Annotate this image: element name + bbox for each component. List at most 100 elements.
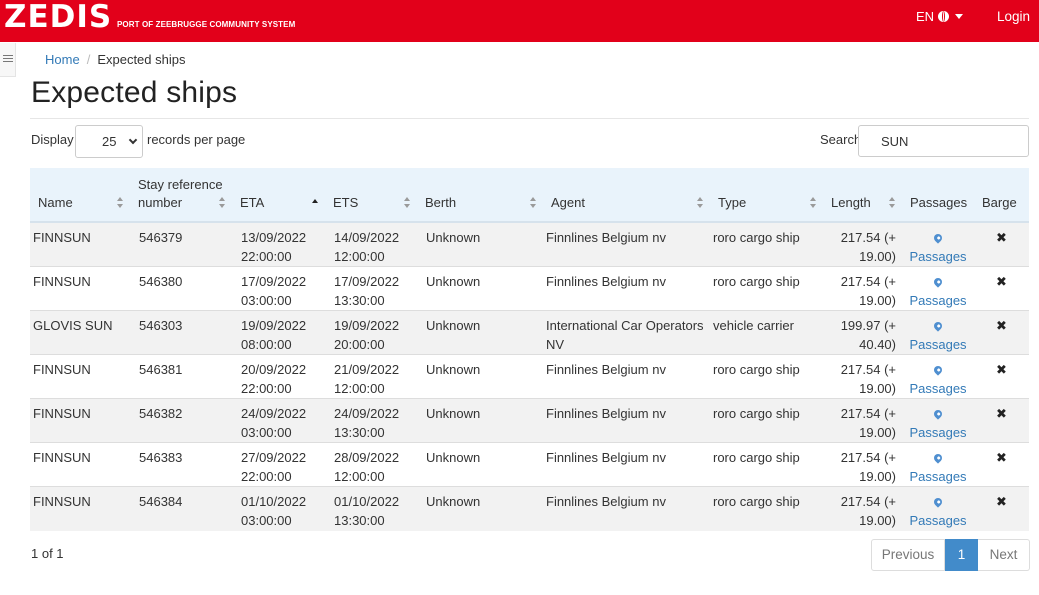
col-header-eta[interactable]: ETA xyxy=(232,168,325,223)
col-header-stay-ref[interactable]: Stay reference number xyxy=(130,168,232,223)
sidebar-toggle[interactable] xyxy=(0,43,16,77)
ets-time: 12:00:00 xyxy=(334,468,385,484)
times-icon: ✖ xyxy=(996,362,1007,377)
cell-name: FINNSUN xyxy=(30,486,130,531)
ets-date: 24/09/2022 xyxy=(334,406,400,421)
next-page-button[interactable]: Next xyxy=(978,539,1030,571)
per-page-select[interactable]: 25 xyxy=(75,125,143,158)
map-marker-icon xyxy=(932,320,944,332)
cell-passages: Passages xyxy=(902,266,974,311)
cell-barge: ✖ xyxy=(974,442,1029,487)
globe-icon xyxy=(938,11,950,22)
agent: Finnlines Belgium nv xyxy=(546,494,666,509)
col-header-name[interactable]: Name xyxy=(30,168,130,223)
length-extra: 19.00) xyxy=(859,248,896,264)
ets-time: 20:00:00 xyxy=(334,336,385,352)
ship-name: FINNSUN xyxy=(33,406,91,421)
eta-date: 13/09/2022 xyxy=(241,230,307,245)
ets-time: 12:00:00 xyxy=(334,248,385,264)
ship-type: roro cargo ship xyxy=(713,274,800,289)
cell-stay-ref: 546380 xyxy=(130,266,232,311)
map-marker-icon xyxy=(932,408,944,420)
map-marker-icon xyxy=(932,452,944,464)
cell-length: 217.54 (+ 19.00) xyxy=(823,266,902,311)
col-header-agent[interactable]: Agent xyxy=(543,168,710,223)
zedis-logo[interactable]: ZEDIS xyxy=(4,0,112,34)
berth: Unknown xyxy=(426,494,481,509)
times-icon: ✖ xyxy=(996,274,1007,289)
ships-table: Name Stay reference number ETA ETS Berth… xyxy=(30,168,1029,531)
passages-label: Passages xyxy=(909,380,967,396)
language-selector[interactable]: EN xyxy=(916,9,964,24)
berth: Unknown xyxy=(426,406,481,421)
berth: Unknown xyxy=(426,274,481,289)
passages-link[interactable]: Passages xyxy=(902,494,974,530)
passages-link[interactable]: Passages xyxy=(902,230,974,266)
search-label: Search xyxy=(820,132,862,147)
table-row[interactable]: FINNSUN 546384 01/10/2022 03:00:00 01/10/202… xyxy=(30,486,1029,531)
cell-agent: Finnlines Belgium nv xyxy=(543,354,710,399)
ets-date: 17/09/2022 xyxy=(334,274,400,289)
ship-type: vehicle carrier xyxy=(713,318,794,333)
passages-label: Passages xyxy=(909,468,967,484)
cell-name: FINNSUN xyxy=(30,354,130,399)
passages-link[interactable]: Passages xyxy=(902,362,974,398)
berth: Unknown xyxy=(426,450,481,465)
table-row[interactable]: GLOVIS SUN 546303 19/09/2022 08:00:00 19/09/… xyxy=(30,310,1029,355)
table-row[interactable]: FINNSUN 546381 20/09/2022 22:00:00 21/09/202… xyxy=(30,354,1029,399)
page-1-button[interactable]: 1 xyxy=(945,539,978,571)
times-icon: ✖ xyxy=(996,494,1007,509)
cell-stay-ref: 546379 xyxy=(130,221,232,267)
ets-date: 21/09/2022 xyxy=(334,362,400,377)
col-header-berth[interactable]: Berth xyxy=(417,168,543,223)
ship-type: roro cargo ship xyxy=(713,450,800,465)
ets-time: 13:30:00 xyxy=(334,424,385,440)
hamburger-icon-bar xyxy=(3,58,13,59)
previous-page-button[interactable]: Previous xyxy=(871,539,945,571)
length-main: 217.54 (+ xyxy=(840,450,896,465)
col-header-type[interactable]: Type xyxy=(710,168,823,223)
table-row[interactable]: FINNSUN 546382 24/09/2022 03:00:00 24/09/202… xyxy=(30,398,1029,443)
col-header-label: Length xyxy=(831,195,871,210)
hamburger-icon-bar xyxy=(3,61,13,62)
times-icon: ✖ xyxy=(996,406,1007,421)
cell-barge: ✖ xyxy=(974,310,1029,355)
col-header-label: Name xyxy=(38,195,73,210)
ets-time: 13:30:00 xyxy=(334,512,385,528)
table-row[interactable]: FINNSUN 546379 13/09/2022 22:00:00 14/09/202… xyxy=(30,221,1029,267)
ship-name: FINNSUN xyxy=(33,494,91,509)
col-header-ets[interactable]: ETS xyxy=(325,168,417,223)
table-row[interactable]: FINNSUN 546383 27/09/2022 22:00:00 28/09/202… xyxy=(30,442,1029,487)
breadcrumb-home[interactable]: Home xyxy=(45,52,80,67)
sort-icon xyxy=(117,197,124,208)
col-header-label: Passages xyxy=(910,195,968,210)
col-header-length[interactable]: Length xyxy=(823,168,902,223)
cell-berth: Unknown xyxy=(417,354,543,399)
passages-label: Passages xyxy=(909,292,967,308)
breadcrumb: Home / Expected ships xyxy=(45,52,185,67)
search-input[interactable] xyxy=(858,125,1029,157)
cell-eta: 24/09/2022 03:00:00 xyxy=(232,398,325,443)
passages-link[interactable]: Passages xyxy=(902,274,974,310)
stay-reference: 546383 xyxy=(139,450,183,465)
cell-passages: Passages xyxy=(902,221,974,267)
length-main: 199.97 (+ xyxy=(840,318,896,333)
table-row[interactable]: FINNSUN 546380 17/09/2022 03:00:00 17/09/202… xyxy=(30,266,1029,311)
col-header-label: Agent xyxy=(551,195,585,210)
cell-berth: Unknown xyxy=(417,266,543,311)
login-link[interactable]: Login xyxy=(997,9,1030,24)
stay-reference: 546382 xyxy=(139,406,183,421)
ship-name: GLOVIS SUN xyxy=(33,318,113,333)
breadcrumb-separator: / xyxy=(86,52,91,67)
ets-date: 01/10/2022 xyxy=(334,494,400,509)
cell-berth: Unknown xyxy=(417,310,543,355)
hamburger-icon xyxy=(3,55,13,56)
sort-asc-icon xyxy=(312,197,319,208)
passages-link[interactable]: Passages xyxy=(902,406,974,442)
passages-link[interactable]: Passages xyxy=(902,318,974,354)
length-main: 217.54 (+ xyxy=(840,494,896,509)
cell-eta: 20/09/2022 22:00:00 xyxy=(232,354,325,399)
stay-reference: 546379 xyxy=(139,230,183,245)
cell-type: roro cargo ship xyxy=(710,221,823,267)
passages-link[interactable]: Passages xyxy=(902,450,974,486)
